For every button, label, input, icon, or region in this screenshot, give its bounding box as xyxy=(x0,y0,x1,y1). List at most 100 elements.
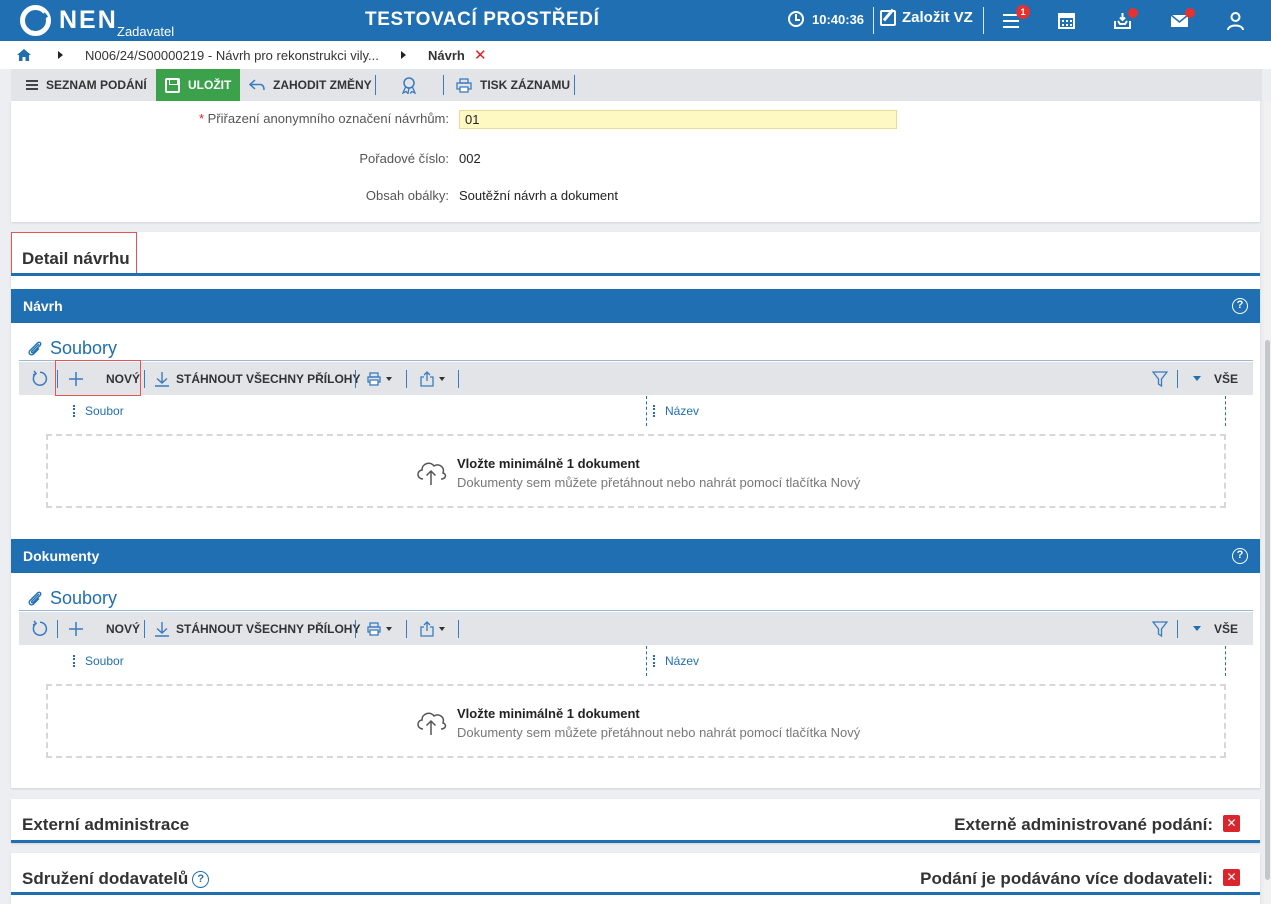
logo-text: NEN xyxy=(59,6,118,34)
export-menu-button[interactable] xyxy=(420,362,448,395)
create-vz-label: Založit VZ xyxy=(902,9,973,26)
column-header-name[interactable]: Název xyxy=(653,654,699,668)
user-icon xyxy=(1227,12,1244,31)
heading-underline xyxy=(11,840,1260,843)
close-tab-icon[interactable]: ✕ xyxy=(474,46,487,64)
column-menu-icon xyxy=(73,405,75,417)
nen-logo[interactable]: NEN xyxy=(20,4,118,37)
heading-underline xyxy=(11,892,1260,895)
filter-button[interactable] xyxy=(1152,362,1168,395)
refresh-button[interactable] xyxy=(31,612,48,645)
column-separator xyxy=(646,396,647,426)
list-icon xyxy=(26,80,38,90)
help-icon[interactable]: ? xyxy=(1232,298,1248,314)
order-number-value: 002 xyxy=(459,151,481,166)
download-all-button[interactable]: STÁHNOUT VŠECHNY PŘÍLOHY xyxy=(154,362,360,395)
section-header-navrh: Návrh ? xyxy=(11,289,1260,323)
create-vz-button[interactable]: Založit VZ xyxy=(880,9,973,26)
tasks-menu-button[interactable]: 1 xyxy=(1002,5,1030,31)
download-all-button[interactable]: STÁHNOUT VŠECHNY PŘÍLOHY xyxy=(154,612,360,645)
submission-list-button[interactable]: SEZNAM PODÁNÍ xyxy=(26,69,147,101)
print-record-button[interactable]: TISK ZÁZNAMU xyxy=(456,69,570,101)
external-admin-panel: Externí administrace Externě administrov… xyxy=(11,799,1260,843)
certificate-button[interactable] xyxy=(400,69,418,101)
chevron-down-icon xyxy=(1193,625,1201,631)
file-drop-zone[interactable]: Vložte minimálně 1 dokument Dokumenty se… xyxy=(46,684,1226,758)
view-all-label: VŠE xyxy=(1214,621,1239,636)
cloud-upload-icon xyxy=(417,712,447,735)
notification-dot xyxy=(1128,8,1138,18)
view-all-dropdown[interactable]: VŠE xyxy=(1192,362,1238,395)
help-icon[interactable]: ? xyxy=(192,871,210,889)
breadcrumb-arrow-icon xyxy=(58,51,63,59)
files-toolbar: NOVÝ STÁHNOUT VŠECHNY PŘÍLOHY VŠE xyxy=(19,360,1253,396)
new-file-button[interactable]: NOVÝ xyxy=(68,612,140,645)
save-label: ULOŽIT xyxy=(188,78,232,92)
column-separator xyxy=(646,646,647,676)
refresh-button[interactable] xyxy=(31,362,48,395)
notification-dot xyxy=(1185,8,1195,18)
section-title: Dokumenty xyxy=(23,548,100,564)
filter-button[interactable] xyxy=(1152,612,1168,645)
messages-button[interactable] xyxy=(1170,8,1195,31)
save-button[interactable]: ULOŽIT xyxy=(156,69,241,101)
filter-icon xyxy=(1152,370,1168,387)
plus-icon xyxy=(69,371,83,386)
print-menu-button[interactable] xyxy=(367,612,395,645)
breadcrumb: N006/24/S00000219 - Návrh pro rekonstruk… xyxy=(0,41,1271,69)
supplier-association-panel: Sdružení dodavatelů? Podání je podáváno … xyxy=(11,853,1260,904)
user-profile-button[interactable] xyxy=(1226,11,1246,31)
divider xyxy=(375,75,376,95)
drop-zone-title: Vložte minimálně 1 dokument xyxy=(457,706,640,721)
file-drop-zone[interactable]: Vložte minimálně 1 dokument Dokumenty se… xyxy=(46,434,1226,508)
divider xyxy=(458,620,459,638)
chevron-down-icon xyxy=(1193,375,1201,381)
column-header-file[interactable]: Soubor xyxy=(73,404,124,418)
files-underline xyxy=(19,360,1253,361)
breadcrumb-item[interactable]: N006/24/S00000219 - Návrh pro rekonstruk… xyxy=(85,48,379,63)
column-header-file[interactable]: Soubor xyxy=(73,654,124,668)
divider xyxy=(1177,370,1178,388)
drop-zone-title: Vložte minimálně 1 dokument xyxy=(457,456,640,471)
divider xyxy=(1177,620,1178,638)
heading-underline xyxy=(11,273,1260,276)
scrollbar-thumb[interactable] xyxy=(1265,340,1270,880)
section-title: Návrh xyxy=(23,298,63,314)
new-file-button[interactable]: NOVÝ xyxy=(68,362,140,395)
supplier-association-title: Sdružení dodavatelů? xyxy=(22,869,210,889)
section-header-dokumenty: Dokumenty ? xyxy=(11,539,1260,573)
printer-dropdown-icon xyxy=(367,371,392,386)
tasks-badge: 1 xyxy=(1016,5,1030,19)
export-menu-button[interactable] xyxy=(420,612,448,645)
discard-changes-button[interactable]: ZAHODIT ZMĚNY xyxy=(249,69,372,101)
column-header-name[interactable]: Název xyxy=(653,404,699,418)
view-all-dropdown[interactable]: VŠE xyxy=(1192,612,1238,645)
export-dropdown-icon xyxy=(420,370,445,387)
anon-designation-field[interactable]: 01 xyxy=(459,110,897,129)
save-icon xyxy=(165,77,180,93)
print-record-label: TISK ZÁZNAMU xyxy=(480,78,570,92)
refresh-icon xyxy=(32,620,48,636)
external-admin-title: Externí administrace xyxy=(22,815,190,834)
download-all-label: STÁHNOUT VŠECHNY PŘÍLOHY xyxy=(176,371,361,386)
refresh-icon xyxy=(32,370,48,386)
paperclip-icon xyxy=(28,341,42,356)
envelope-content-value: Soutěžní návrh a dokument xyxy=(459,188,618,203)
cloud-upload-icon xyxy=(417,462,447,485)
help-icon[interactable]: ? xyxy=(1232,548,1248,564)
divider xyxy=(144,370,145,388)
calendar-button[interactable] xyxy=(1057,11,1077,31)
download-icon xyxy=(155,371,169,387)
discard-changes-label: ZAHODIT ZMĚNY xyxy=(273,78,372,92)
printer-dropdown-icon xyxy=(367,621,392,636)
print-menu-button[interactable] xyxy=(367,362,395,395)
home-icon[interactable] xyxy=(17,49,31,61)
column-separator xyxy=(1225,396,1226,426)
export-dropdown-icon xyxy=(420,620,445,637)
new-file-label: NOVÝ xyxy=(106,371,141,386)
divider xyxy=(983,7,984,34)
files-underline xyxy=(19,610,1253,611)
detail-panel: Detail návrhu Návrh ? Soubory NOVÝ STÁHN… xyxy=(11,232,1260,788)
calendar-icon xyxy=(1058,13,1075,29)
inbox-button[interactable] xyxy=(1113,8,1138,31)
